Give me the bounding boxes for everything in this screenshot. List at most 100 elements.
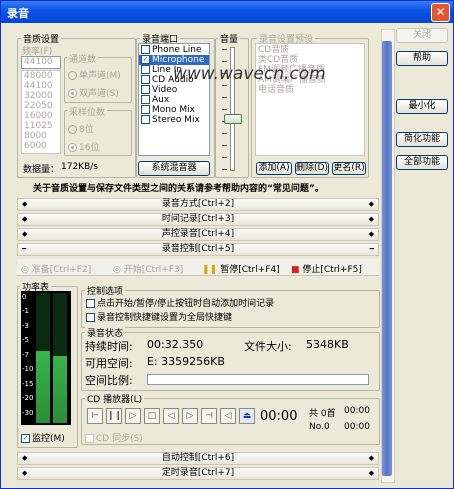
section-mode[interactable]: ◆ 录音方式[Ctrl+2] ◆ bbox=[17, 198, 379, 211]
title-bar: 录音 ✕ bbox=[1, 1, 453, 23]
stop-button[interactable]: ■ 停止[Ctrl+F5] bbox=[291, 262, 362, 275]
cd-next-track-icon[interactable]: ⊣ bbox=[201, 408, 217, 424]
ready-button[interactable]: ◎ 准备[Ctrl+F2] bbox=[21, 262, 91, 275]
preset-item[interactable]: CD音质 bbox=[256, 45, 364, 55]
cd-no-time: 00:00 bbox=[344, 422, 370, 432]
port-label: Aux bbox=[152, 95, 170, 105]
freq-input[interactable]: 44100 bbox=[21, 56, 61, 69]
mono-radio[interactable]: 单声道(M) bbox=[68, 68, 121, 81]
cd-forward-icon[interactable]: ▷ bbox=[182, 408, 198, 424]
port-label: Video bbox=[152, 85, 178, 95]
scrollbar-thumb[interactable] bbox=[382, 41, 392, 476]
port-checkbox[interactable] bbox=[141, 75, 150, 84]
cd-eject-icon[interactable]: ⏏ bbox=[239, 408, 255, 424]
stop-icon: ■ bbox=[291, 265, 303, 275]
start-button[interactable]: ◎ 开始[Ctrl+F3] bbox=[113, 262, 183, 275]
port-item[interactable]: Phone Line bbox=[139, 45, 209, 55]
close-icon[interactable]: ✕ bbox=[431, 3, 450, 22]
cd-sync-checkbox[interactable]: CD 同步(S) bbox=[85, 431, 143, 444]
filesize-value: 5348KB bbox=[306, 338, 349, 351]
cd-pause-icon[interactable]: ❙❙ bbox=[106, 408, 122, 424]
preset-delete-button[interactable]: 删除(D) bbox=[295, 162, 329, 175]
start-icon: ◎ bbox=[113, 265, 124, 275]
cd-rewind-icon[interactable]: ◁ bbox=[163, 408, 179, 424]
stereo-radio-circle bbox=[68, 89, 77, 98]
section-timed[interactable]: ◆ 定时录音[Ctrl+7] ◆ bbox=[17, 467, 379, 480]
global-hotkey-box bbox=[86, 313, 95, 322]
simple-mode-button[interactable]: 简化功能 bbox=[396, 132, 448, 147]
volume-tick bbox=[222, 49, 227, 50]
cd-prev-track-icon[interactable]: ⊢ bbox=[87, 408, 103, 424]
expand-icon: ◆ bbox=[368, 215, 374, 223]
port-item[interactable]: Aux bbox=[139, 95, 209, 105]
port-checkbox[interactable] bbox=[141, 115, 150, 124]
cd-play-icon[interactable]: ▷ bbox=[125, 408, 141, 424]
preset-rename-button[interactable]: 更名(R) bbox=[332, 162, 366, 175]
freq-option[interactable]: 11025 bbox=[22, 121, 60, 131]
expand-icon: ◆ bbox=[22, 215, 28, 223]
data-rate-label: 数据量： bbox=[23, 165, 60, 175]
meter-scale-label: -1 bbox=[22, 307, 29, 315]
bits8-radio-circle bbox=[68, 125, 77, 134]
monitor-checkbox[interactable]: ✓ 监控(M) bbox=[21, 431, 65, 444]
pause-button[interactable]: ❚❚ 暂停[Ctrl+F4] bbox=[202, 262, 280, 275]
presets-list[interactable]: CD音质 类CD音质 FM调频广播音质 AM调幅广播音质 电话音质 bbox=[255, 43, 365, 156]
bits16-radio[interactable]: 16位 bbox=[68, 140, 99, 153]
bits8-radio[interactable]: 8位 bbox=[68, 122, 94, 135]
help-note: 关于音质设置与保存文件类型之间的关系请参考帮助内容的“常见问题”。 bbox=[33, 184, 324, 194]
port-label: Phone Line bbox=[152, 45, 202, 55]
system-mixer-button[interactable]: 系统混音器 bbox=[138, 161, 210, 176]
cd-stop-icon[interactable]: □ bbox=[144, 408, 160, 424]
section-control[interactable]: ━ 录音控制[Ctrl+5] ━ bbox=[17, 243, 379, 256]
meter-scale-label: -20 bbox=[22, 394, 34, 402]
stereo-label: 双声道(S) bbox=[79, 89, 119, 99]
stereo-radio[interactable]: 双声道(S) bbox=[68, 86, 119, 99]
section-voice[interactable]: ◆ 声控录音[Ctrl+4] ◆ bbox=[17, 228, 379, 241]
close-button[interactable]: 关闭 bbox=[396, 28, 448, 43]
volume-slider-thumb[interactable] bbox=[224, 113, 242, 124]
port-item[interactable]: Mono Mix bbox=[139, 105, 209, 115]
cd-track-time: 00:00 bbox=[344, 406, 370, 416]
meter-scale-label: -7 bbox=[22, 351, 29, 359]
port-checkbox[interactable] bbox=[141, 45, 150, 54]
port-checkbox[interactable] bbox=[141, 105, 150, 114]
port-checkbox[interactable] bbox=[141, 85, 150, 94]
mono-radio-circle bbox=[68, 71, 77, 80]
ports-list[interactable]: Phone Line ✓ Microphone Line In CD Audio Vide… bbox=[138, 43, 210, 156]
section-timer[interactable]: ◆ 时间记录[Ctrl+3] ◆ bbox=[17, 213, 379, 226]
minimize-button[interactable]: 最小化 bbox=[396, 99, 448, 114]
meter-scale-label: -3 bbox=[22, 322, 29, 330]
port-label: Mono Mix bbox=[152, 105, 195, 115]
full-mode-button[interactable]: 全部功能 bbox=[396, 155, 448, 170]
global-hotkey-label: 录音控制快捷键设置为全局快捷键 bbox=[97, 313, 233, 323]
checkmark-icon[interactable]: ✓ bbox=[141, 55, 150, 64]
section-auto[interactable]: ◆ 自动控制[Ctrl+6] ◆ bbox=[17, 452, 379, 465]
port-checkbox[interactable] bbox=[141, 65, 150, 74]
preset-add-button[interactable]: 添加(A) bbox=[256, 162, 292, 175]
port-checkbox[interactable] bbox=[141, 95, 150, 104]
port-item[interactable]: Video bbox=[139, 85, 209, 95]
freq-option[interactable]: 22050 bbox=[22, 101, 60, 111]
section-control-label: 录音控制[Ctrl+5] bbox=[161, 244, 235, 254]
volume-label: 音量 bbox=[218, 32, 241, 45]
freq-option[interactable]: 8000 bbox=[22, 131, 60, 141]
cd-player-label: CD 播放器(L) bbox=[85, 392, 145, 405]
freq-option[interactable]: 32000 bbox=[22, 91, 60, 101]
meter-scale-label: 0 bbox=[22, 293, 27, 301]
freq-option[interactable]: 44100 bbox=[22, 81, 60, 91]
freq-list[interactable]: 48000 44100 32000 22050 16000 11025 8000 6000 bbox=[21, 70, 61, 154]
preset-item[interactable]: 电话音质 bbox=[256, 85, 364, 95]
start-label: 开始[Ctrl+F3] bbox=[123, 265, 184, 275]
freq-option[interactable]: 16000 bbox=[22, 111, 60, 121]
watermark-text: www.wavecn.com bbox=[173, 64, 326, 84]
freq-option[interactable]: 48000 bbox=[22, 71, 60, 81]
ready-icon: ◎ bbox=[21, 265, 32, 275]
global-hotkey-checkbox[interactable]: 录音控制快捷键设置为全局快捷键 bbox=[86, 310, 232, 323]
freq-option[interactable]: 6000 bbox=[22, 141, 60, 151]
cd-end-icon[interactable]: ◁ bbox=[220, 408, 236, 424]
volume-tick bbox=[222, 133, 227, 134]
auto-timestamp-checkbox[interactable]: 点击开始/暂停/停止按钮时自动添加时间记录 bbox=[86, 296, 274, 309]
port-item[interactable]: Stereo Mix bbox=[139, 115, 209, 125]
help-button[interactable]: 帮助 bbox=[396, 51, 448, 66]
pause-icon: ❚❚ bbox=[202, 265, 221, 275]
